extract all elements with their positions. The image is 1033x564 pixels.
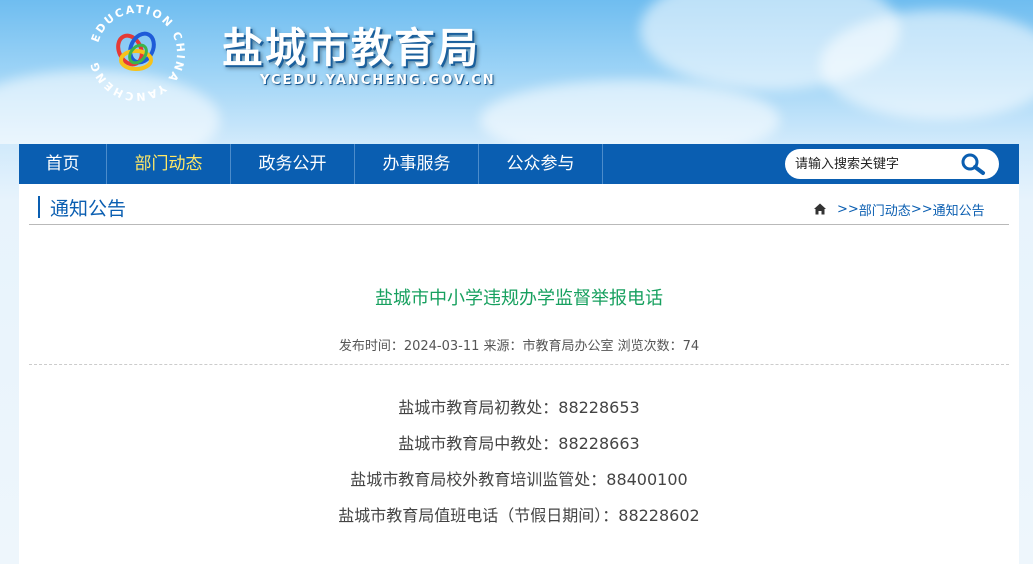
nav-item-services[interactable]: 办事服务: [355, 144, 479, 184]
site-header: EDUCATION CHINA YANCHENG 盐城市教育局 YCEDU.YA…: [0, 0, 1033, 144]
main-nav: 首页 部门动态 政务公开 办事服务 公众参与: [19, 144, 1019, 184]
section-divider: [29, 224, 1009, 225]
logo-emblem[interactable]: EDUCATION CHINA YANCHENG: [86, 2, 188, 104]
search-icon[interactable]: [957, 152, 989, 176]
article-line: 盐城市教育局初教处：88228653: [398, 398, 640, 417]
article-line: 盐城市教育局值班电话（节假日期间）：88228602: [338, 506, 700, 525]
search-input[interactable]: [795, 155, 945, 173]
breadcrumb-separator: >>: [837, 201, 859, 217]
article-meta: 发布时间：2024-03-11 来源：市教育局办公室 浏览次数：74: [338, 339, 700, 354]
breadcrumb: >> 部门动态 >> 通知公告: [813, 200, 985, 219]
nav-item-government-affairs[interactable]: 政务公开: [231, 144, 355, 184]
site-title: 盐城市教育局: [222, 24, 480, 72]
article-line: 盐城市教育局校外教育培训监管处：88400100: [350, 470, 688, 489]
section-marker: [38, 196, 40, 218]
article-line: 盐城市教育局中教处：88228663: [398, 434, 640, 453]
home-icon[interactable]: [813, 202, 827, 216]
site-url: YCEDU.YANCHENG.GOV.CN: [260, 73, 496, 88]
article-title: 盐城市中小学违规办学监督举报电话: [375, 288, 663, 309]
breadcrumb-separator: >>: [910, 201, 933, 217]
breadcrumb-link-department-news[interactable]: 部门动态: [859, 200, 911, 219]
nav-item-home[interactable]: 首页: [19, 144, 107, 184]
cloud-decoration: [820, 10, 1033, 120]
article-divider: [29, 364, 1009, 365]
search-box: [785, 149, 999, 179]
nav-item-department-news[interactable]: 部门动态: [107, 144, 231, 184]
section-title: 通知公告: [50, 198, 127, 220]
breadcrumb-link-notices[interactable]: 通知公告: [933, 200, 985, 219]
cloud-decoration: [480, 80, 780, 144]
nav-item-public-participation[interactable]: 公众参与: [479, 144, 603, 184]
